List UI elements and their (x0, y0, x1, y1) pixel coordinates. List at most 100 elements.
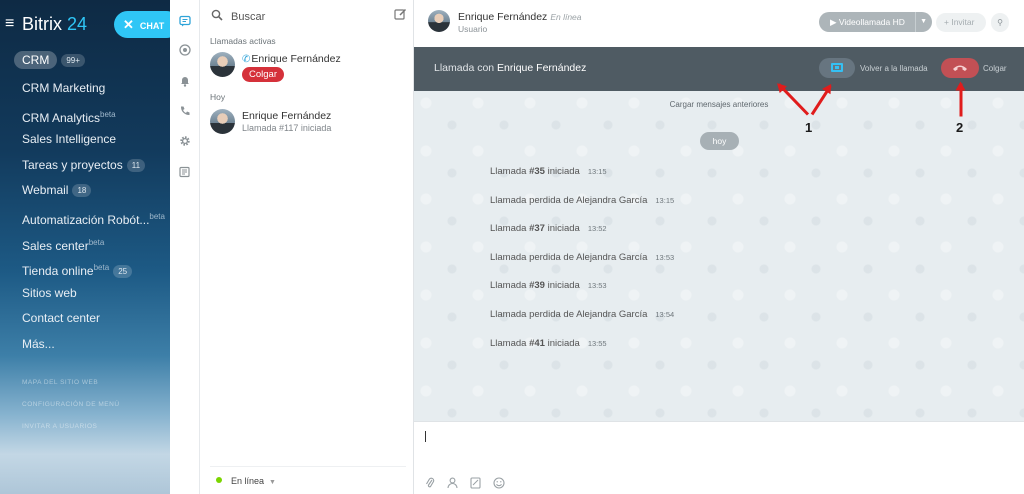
menu-item[interactable]: Contact center (0, 306, 170, 332)
hangup-label[interactable]: Colgar (983, 64, 1007, 73)
chat-toggle-button[interactable]: ✕ CHAT (114, 11, 170, 38)
chat-search-icon[interactable]: ⚲ (991, 13, 1009, 32)
settings-icon[interactable] (179, 135, 191, 147)
call-number-link[interactable]: #41 (529, 338, 545, 349)
chat-icon[interactable] (179, 15, 191, 27)
system-message: Llamada perdida de Alejandra García 13:53 (490, 252, 674, 263)
hangup-icon (953, 65, 967, 71)
load-older-link[interactable]: Cargar mensajes anteriores (414, 100, 1024, 109)
system-message: Llamada #39 iniciada 13:53 (490, 280, 607, 291)
beta-tag: beta (100, 109, 116, 119)
video-call-button[interactable]: ▶ Videollamada HD ▼ (819, 12, 932, 32)
date-badge: hoy (700, 132, 739, 150)
recent-footer-divider (210, 466, 406, 467)
menu-item-label: Sales center (22, 238, 89, 253)
left-menu-items: CRM 99+ CRM Marketing CRM Analyticsbeta Sal… (0, 48, 170, 438)
return-to-call-button[interactable] (819, 58, 855, 78)
menu-item[interactable]: Sales Intelligence (0, 127, 170, 153)
active-call-name: Enrique Fernández (251, 53, 341, 65)
menu-item[interactable]: Sales centerbeta (0, 230, 170, 256)
contact-icon[interactable] (447, 477, 458, 492)
menu-small-link[interactable]: INVITAR A USUARIOS (0, 416, 170, 438)
call-number-link[interactable]: #37 (529, 223, 545, 234)
system-message: Llamada #35 iniciada 13:15 (490, 166, 607, 177)
today-item-name: Enrique Fernández (242, 110, 332, 122)
chat-subtitle: Usuario (458, 24, 488, 34)
menu-item[interactable]: Tareas y proyectos 11 (0, 153, 170, 179)
menu-item-counter: 18 (72, 184, 92, 198)
message-text: iniciada (544, 223, 580, 235)
menu-item-crm[interactable]: CRM 99+ (14, 48, 170, 70)
news-icon[interactable] (179, 166, 191, 178)
menu-item-label: Automatización Robót... (22, 212, 150, 227)
recent-item-today[interactable]: Enrique Fernández Llamada #117 iniciada (210, 109, 410, 139)
menu-item[interactable]: Sitios web (0, 281, 170, 307)
chevron-down-icon[interactable]: ▼ (920, 12, 927, 32)
screen-share-icon (831, 63, 843, 72)
menu-icon[interactable]: ≡ (5, 15, 14, 33)
channel-icon[interactable] (179, 44, 191, 56)
search-box[interactable] (211, 8, 407, 25)
messenger-rail (170, 0, 200, 494)
beta-tag: beta (149, 211, 165, 221)
new-chat-icon[interactable] (394, 8, 407, 24)
message-time: 13:15 (587, 167, 607, 176)
system-message: Llamada #41 iniciada 13:55 (490, 338, 607, 349)
chat-header: Enrique Fernández En línea Usuario ▶ Vide… (414, 0, 1024, 46)
menu-item[interactable]: Automatización Robót...beta (0, 204, 170, 230)
system-message: Llamada #37 iniciada 13:52 (490, 223, 607, 234)
return-to-call-label[interactable]: Volver a la llamada (860, 64, 928, 73)
active-call-hangup-button[interactable]: Colgar (242, 67, 284, 82)
phone-icon: ✆ (242, 54, 251, 65)
beta-tag: beta (93, 263, 110, 273)
message-time: 13:55 (587, 338, 607, 348)
left-menu-header: ≡ Bitrix 24 ✕ CHAT (0, 10, 170, 40)
smile-icon[interactable] (493, 477, 505, 492)
menu-item[interactable]: Webmail 18 (0, 178, 170, 204)
message-composer[interactable] (414, 421, 1024, 494)
menu-item-label: Tareas y proyectos (22, 157, 123, 172)
message-text: Llamada (490, 337, 530, 349)
message-area: Cargar mensajes anteriores hoy Llamada #… (414, 91, 1024, 421)
avatar (210, 109, 235, 134)
brand-logo[interactable]: Bitrix 24 (22, 13, 87, 35)
status-selector[interactable]: En línea ▼ (216, 476, 276, 486)
recent-item-active-call[interactable]: ✆Enrique Fernández Colgar (210, 52, 410, 82)
call-number-link[interactable]: #39 (529, 280, 545, 291)
file-icon[interactable] (470, 477, 481, 492)
hangup-button[interactable] (941, 58, 979, 78)
menu-small-link[interactable]: CONFIGURACIÓN DE MENÚ (0, 394, 170, 416)
invite-button[interactable]: + Invitar (936, 13, 986, 32)
today-header: Hoy (210, 92, 226, 102)
menu-item-label: Sitios web (22, 285, 77, 300)
message-time: 13:52 (587, 224, 607, 234)
search-input[interactable] (231, 9, 381, 25)
close-icon: ✕ (123, 17, 134, 32)
system-message: Llamada perdida de Alejandra García 13:15 (490, 195, 674, 206)
call-number-link[interactable]: #35 (529, 166, 545, 177)
today-item-subtitle: Llamada #117 iniciada (242, 123, 332, 133)
annotation-label-1: 1 (805, 120, 813, 135)
menu-item-counter: 11 (126, 158, 146, 172)
chat-title: Enrique Fernández (458, 11, 548, 23)
message-text: Llamada perdida de Alejandra García (490, 194, 648, 206)
avatar[interactable] (428, 10, 450, 32)
menu-item[interactable]: CRM Marketing (0, 76, 170, 102)
phone-icon[interactable] (179, 105, 191, 117)
notifications-icon[interactable] (179, 75, 191, 87)
attach-icon[interactable] (425, 477, 435, 492)
message-time: 13:15 (655, 195, 675, 205)
left-menu: ≡ Bitrix 24 ✕ CHAT CRM 99+ CRM Marketing CR… (0, 0, 170, 494)
menu-item-label: Más... (22, 336, 55, 351)
menu-item[interactable]: Tienda onlinebeta 25 (0, 255, 170, 281)
recent-list: Llamadas activas ✆Enrique Fernández Colg… (200, 0, 414, 494)
menu-item[interactable]: Más... (0, 332, 170, 358)
chat-status: En línea (550, 12, 582, 22)
menu-small-link[interactable]: MAPA DEL SITIO WEB (0, 372, 170, 394)
beta-tag: beta (88, 237, 105, 247)
menu-item-label: Tienda online (22, 264, 94, 279)
annotation-label-2: 2 (956, 120, 964, 135)
message-text: iniciada (544, 280, 580, 292)
menu-item[interactable]: CRM Analyticsbeta (0, 102, 170, 128)
text-cursor (425, 431, 426, 442)
